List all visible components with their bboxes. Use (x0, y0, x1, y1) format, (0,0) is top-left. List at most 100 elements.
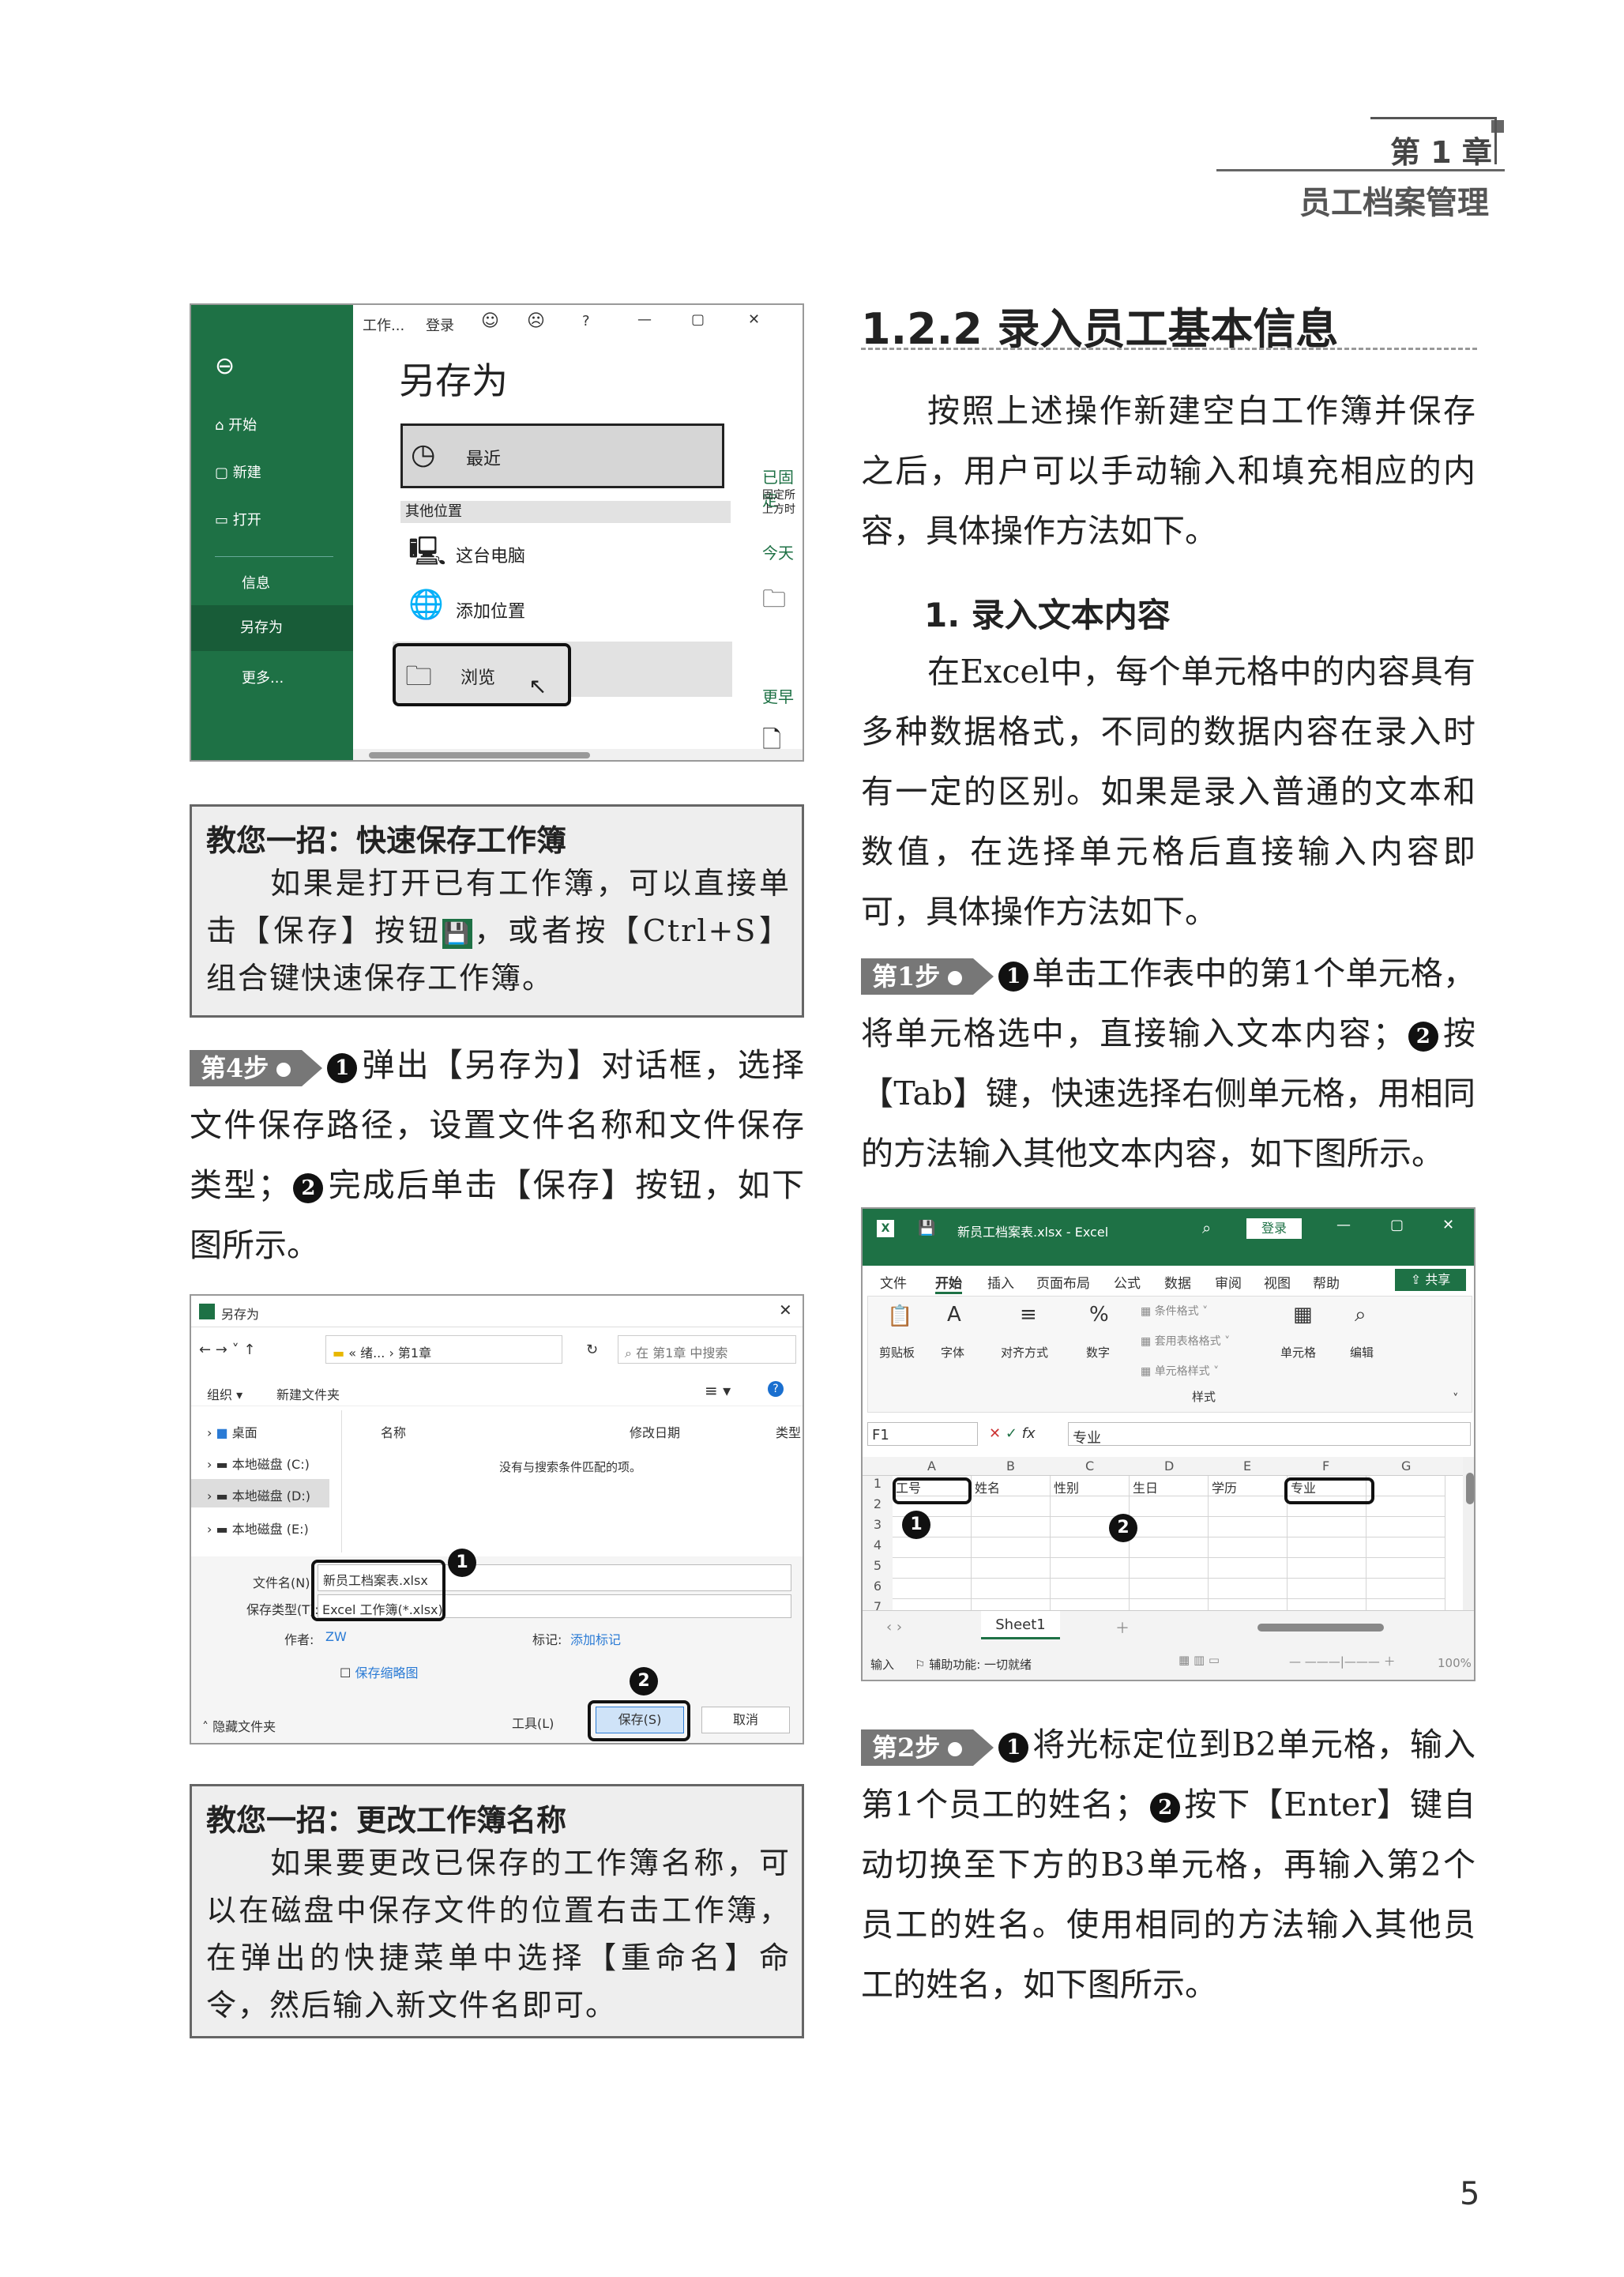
help-button[interactable]: ? (582, 313, 590, 329)
col-date[interactable]: 修改日期 (630, 1422, 680, 1441)
cell[interactable] (1051, 1579, 1130, 1599)
cell[interactable] (893, 1537, 972, 1558)
tab-insert[interactable]: 插入 (987, 1272, 1014, 1292)
sidebar-item-open[interactable]: ▭ 打开 (215, 509, 261, 529)
tree-drive-c[interactable]: › ▬ 本地磁盘 (C:) (207, 1454, 310, 1473)
browse-button[interactable]: 🗀 浏览 ↖ (393, 643, 571, 706)
cell[interactable] (1209, 1558, 1288, 1579)
formula-bar[interactable]: 专业 (1068, 1422, 1471, 1447)
help-icon[interactable]: ? (768, 1381, 784, 1397)
new-folder-button[interactable]: 新建文件夹 (276, 1384, 340, 1403)
tab-data[interactable]: 数据 (1164, 1272, 1191, 1292)
cell[interactable] (1130, 1496, 1209, 1517)
cancel-button[interactable]: 取消 (701, 1707, 790, 1733)
cell[interactable] (1051, 1558, 1130, 1579)
maximize-icon[interactable]: ▢ (691, 311, 705, 328)
tab-layout[interactable]: 页面布局 (1036, 1272, 1090, 1292)
cell[interactable] (1288, 1517, 1366, 1537)
refresh-icon[interactable]: ↻ (586, 1342, 598, 1358)
tag-value[interactable]: 添加标记 (570, 1629, 621, 1648)
sidebar-item-info[interactable]: 信息 (242, 572, 270, 593)
cell-style[interactable]: ▦ 单元格样式 ˅ (1141, 1363, 1219, 1379)
view-icon[interactable]: ≡ ▾ (705, 1381, 731, 1400)
clipboard-icon[interactable]: 📋 (887, 1304, 912, 1328)
align-icon[interactable]: ≡ (1020, 1303, 1037, 1327)
cell[interactable] (1366, 1517, 1445, 1537)
cell[interactable] (1366, 1476, 1445, 1496)
cell[interactable] (1288, 1558, 1366, 1579)
find-icon[interactable]: ⌕ (1355, 1303, 1366, 1327)
sheet-nav-icon[interactable]: ‹ › (886, 1619, 902, 1635)
cell[interactable] (893, 1558, 972, 1579)
column-header[interactable]: B (1006, 1458, 1015, 1473)
percent-icon[interactable]: % (1089, 1303, 1109, 1327)
font-icon[interactable]: A (947, 1303, 961, 1327)
close-icon[interactable]: ✕ (779, 1300, 792, 1319)
author-value[interactable]: ZW (325, 1629, 347, 1644)
cell[interactable] (1366, 1579, 1445, 1599)
address-bar[interactable]: ▬ « 绪... › 第1章 (325, 1335, 562, 1364)
nav-arrows-icon[interactable]: ← → ˅ ↑ (199, 1342, 255, 1358)
cell[interactable] (893, 1579, 972, 1599)
namebox[interactable]: F1 (867, 1422, 978, 1446)
save-button[interactable]: 保存(S) (596, 1707, 684, 1733)
cell[interactable] (1209, 1496, 1288, 1517)
organize-button[interactable]: 组织 ▾ (207, 1384, 242, 1403)
minimize-icon[interactable]: — (637, 311, 652, 328)
tab-home[interactable]: 开始 (935, 1272, 962, 1294)
vscroll-thumb[interactable] (1466, 1473, 1474, 1504)
close-icon[interactable]: ✕ (1442, 1217, 1454, 1233)
col-type[interactable]: 类型 (776, 1422, 801, 1441)
tab-help[interactable]: 帮助 (1313, 1272, 1340, 1292)
table-format[interactable]: ▦ 套用表格格式 ˅ (1141, 1333, 1230, 1349)
tree-drive-d[interactable]: › ▬ 本地磁盘 (D:) (207, 1485, 310, 1504)
minimize-icon[interactable]: — (1336, 1217, 1351, 1233)
cell[interactable] (1130, 1558, 1209, 1579)
column-header[interactable]: D (1164, 1458, 1174, 1473)
recent-item[interactable]: ◷ 最近 (400, 423, 724, 488)
cell[interactable] (972, 1517, 1051, 1537)
row-header[interactable]: 5 (863, 1558, 893, 1579)
column-header[interactable]: G (1401, 1458, 1411, 1473)
tab-file[interactable]: 文件 (880, 1272, 907, 1292)
tab-review[interactable]: 审阅 (1215, 1272, 1242, 1292)
view-mode-icons[interactable]: ▦ ▥ ▭ (1179, 1653, 1220, 1667)
vscrollbar[interactable] (1463, 1457, 1474, 1610)
row-header[interactable]: 6 (863, 1579, 893, 1599)
accessibility-status[interactable]: ⚐ 辅助功能: 一切就绪 (915, 1656, 1032, 1673)
row-header[interactable]: 3 (863, 1517, 893, 1537)
add-location-item[interactable]: 添加位置 (456, 597, 525, 623)
cell[interactable] (1209, 1517, 1288, 1537)
row-header[interactable]: 4 (863, 1537, 893, 1558)
column-header[interactable]: E (1243, 1458, 1251, 1473)
cell[interactable] (972, 1537, 1051, 1558)
frown-icon[interactable]: ☹ (527, 311, 545, 331)
cell[interactable] (1130, 1537, 1209, 1558)
login-link[interactable]: 登录 (426, 314, 454, 335)
tab-view[interactable]: 视图 (1264, 1272, 1291, 1292)
smile-icon[interactable]: ☺ (481, 311, 499, 331)
tree-drive-e[interactable]: › ▬ 本地磁盘 (E:) (207, 1519, 309, 1537)
cell[interactable] (1209, 1579, 1288, 1599)
cells-icon[interactable]: ▦ (1293, 1303, 1313, 1327)
sheet-tab[interactable]: Sheet1 (981, 1611, 1060, 1639)
cell[interactable]: 性别 (1051, 1476, 1130, 1496)
save-icon[interactable]: 💾 (918, 1220, 935, 1236)
zoom-slider[interactable]: — ———|——— ＋ (1289, 1653, 1396, 1669)
hscroll-thumb[interactable] (1257, 1624, 1384, 1632)
this-pc-item[interactable]: 这台电脑 (456, 542, 525, 567)
tab-formulas[interactable]: 公式 (1114, 1272, 1141, 1292)
cell[interactable] (1366, 1558, 1445, 1579)
cell[interactable]: 姓名 (972, 1476, 1051, 1496)
close-icon[interactable]: ✕ (748, 311, 760, 328)
collapse-ribbon-icon[interactable]: ˅ (1453, 1391, 1459, 1406)
row-header[interactable]: 1 (863, 1476, 893, 1496)
add-sheet-icon[interactable]: ＋ (1115, 1617, 1130, 1638)
cell[interactable]: 学历 (1209, 1476, 1288, 1496)
back-arrow-icon[interactable]: ⊖ (215, 352, 235, 380)
sidebar-item-new[interactable]: ▢ 新建 (215, 461, 261, 482)
cell[interactable] (1288, 1537, 1366, 1558)
cond-format[interactable]: ▦ 条件格式 ˅ (1141, 1303, 1208, 1319)
column-header[interactable]: C (1085, 1458, 1094, 1473)
column-header[interactable]: F (1322, 1458, 1329, 1473)
